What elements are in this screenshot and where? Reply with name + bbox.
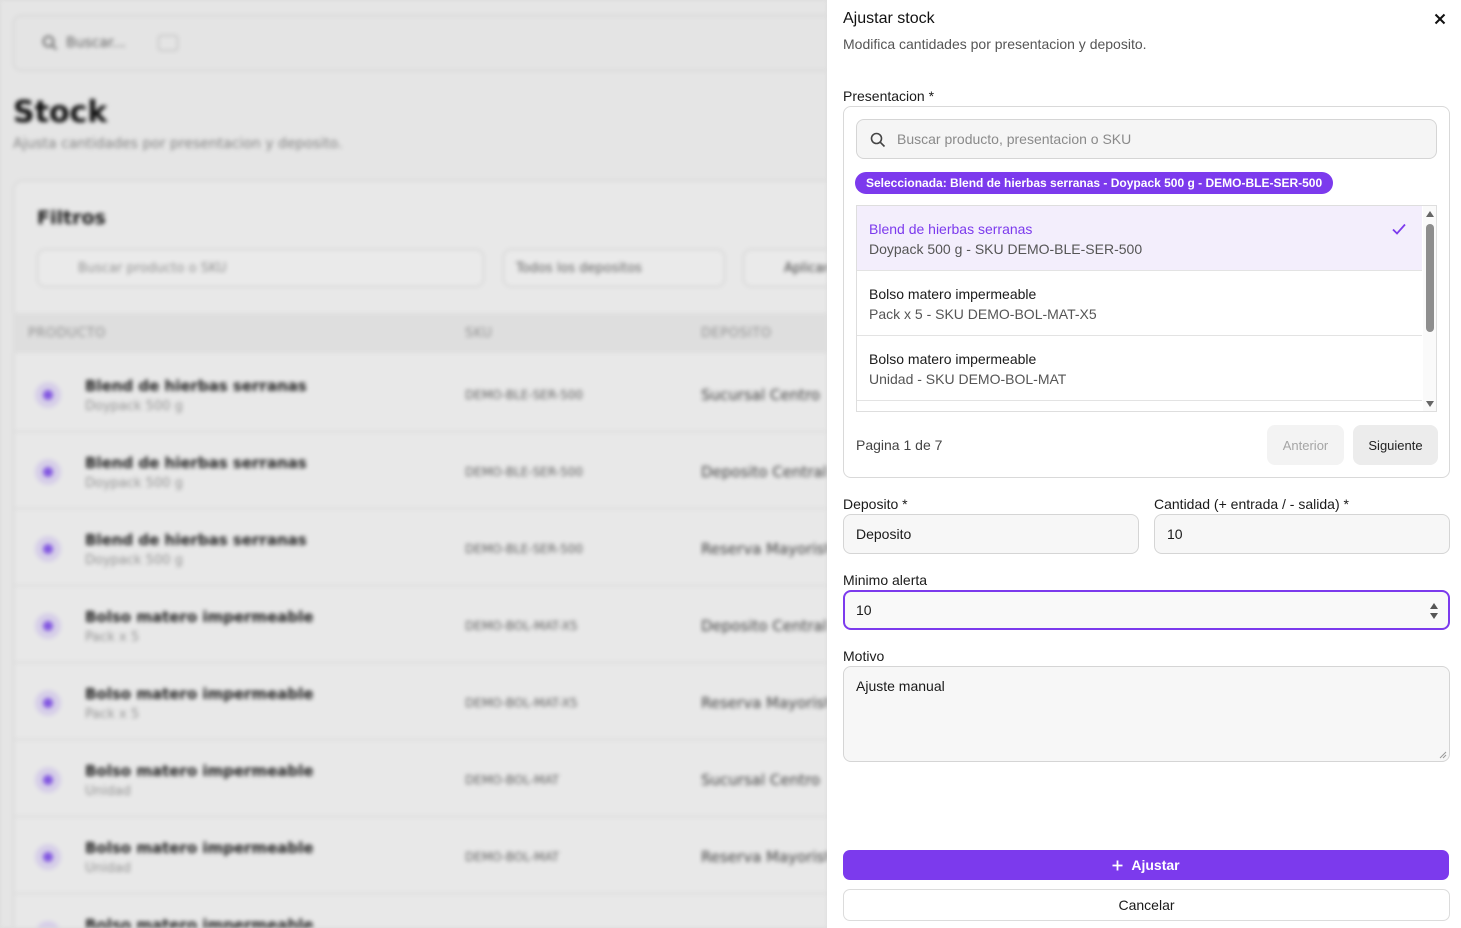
item-name: Blend de hierbas serranas (869, 221, 1033, 237)
cancel-button[interactable]: Cancelar (843, 889, 1450, 921)
plus-icon (1112, 860, 1123, 870)
item-detail: Unidad - SKU DEMO-BOL-MAT (869, 371, 1067, 387)
search-icon (870, 132, 886, 148)
reason-value: Ajuste manual (856, 678, 945, 694)
item-detail: Pack x 5 - SKU DEMO-BOL-MAT-X5 (869, 306, 1097, 322)
min-alert-label: Minimo alerta (843, 572, 928, 588)
spinner-down-icon[interactable] (1430, 613, 1438, 619)
list-item-partial[interactable] (857, 401, 1422, 411)
drawer-description: Modifica cantidades por presentacion y d… (843, 36, 1147, 52)
check-icon (1392, 223, 1406, 235)
number-spinner[interactable] (1429, 602, 1439, 622)
list-item[interactable]: Bolso matero impermeable Pack x 5 - SKU … (857, 271, 1422, 336)
presentation-picker: Seleccionada: Blend de hierbas serranas … (843, 106, 1450, 478)
spinner-up-icon[interactable] (1430, 603, 1438, 609)
close-button[interactable] (1430, 9, 1450, 29)
presentation-search-input[interactable] (897, 120, 1427, 158)
min-alert-input[interactable]: 10 (843, 590, 1450, 630)
deposit-select[interactable]: Deposito (843, 514, 1139, 554)
list-item[interactable]: Blend de hierbas serranas Doypack 500 g … (857, 206, 1422, 271)
close-icon (1434, 13, 1446, 25)
next-page-button[interactable]: Siguiente (1353, 425, 1438, 465)
selected-presentation-badge: Seleccionada: Blend de hierbas serranas … (855, 172, 1334, 194)
quantity-label: Cantidad (+ entrada / - salida) * (1154, 496, 1349, 512)
pagination-info: Pagina 1 de 7 (856, 437, 943, 453)
adjust-button-label: Ajustar (1131, 857, 1180, 873)
reason-textarea[interactable]: Ajuste manual (843, 666, 1450, 762)
quantity-input[interactable]: 10 (1154, 514, 1450, 554)
presentation-label: Presentacion * (843, 88, 935, 104)
resize-handle-icon[interactable] (1439, 751, 1447, 759)
item-name: Bolso matero impermeable (869, 351, 1037, 367)
drawer-title: Ajustar stock (843, 10, 935, 27)
item-name: Bolso matero impermeable (869, 286, 1037, 302)
item-detail: Doypack 500 g - SKU DEMO-BLE-SER-500 (869, 241, 1143, 257)
adjust-button[interactable]: Ajustar (843, 850, 1449, 880)
deposit-label: Deposito * (843, 496, 908, 512)
scroll-down-arrow-icon[interactable] (1426, 401, 1434, 407)
adjust-stock-drawer: Ajustar stock Modifica cantidades por pr… (827, 0, 1461, 928)
min-alert-value: 10 (856, 602, 872, 618)
list-item[interactable]: Bolso matero impermeable Unidad - SKU DE… (857, 336, 1422, 401)
presentation-list: Blend de hierbas serranas Doypack 500 g … (856, 205, 1437, 412)
scrollbar-thumb[interactable] (1426, 224, 1434, 332)
reason-label: Motivo (843, 648, 885, 664)
scroll-up-arrow-icon[interactable] (1426, 211, 1434, 217)
presentation-search (856, 119, 1437, 159)
list-scrollbar[interactable] (1423, 206, 1436, 411)
previous-page-button[interactable]: Anterior (1267, 425, 1344, 465)
modal-overlay[interactable] (0, 0, 827, 928)
